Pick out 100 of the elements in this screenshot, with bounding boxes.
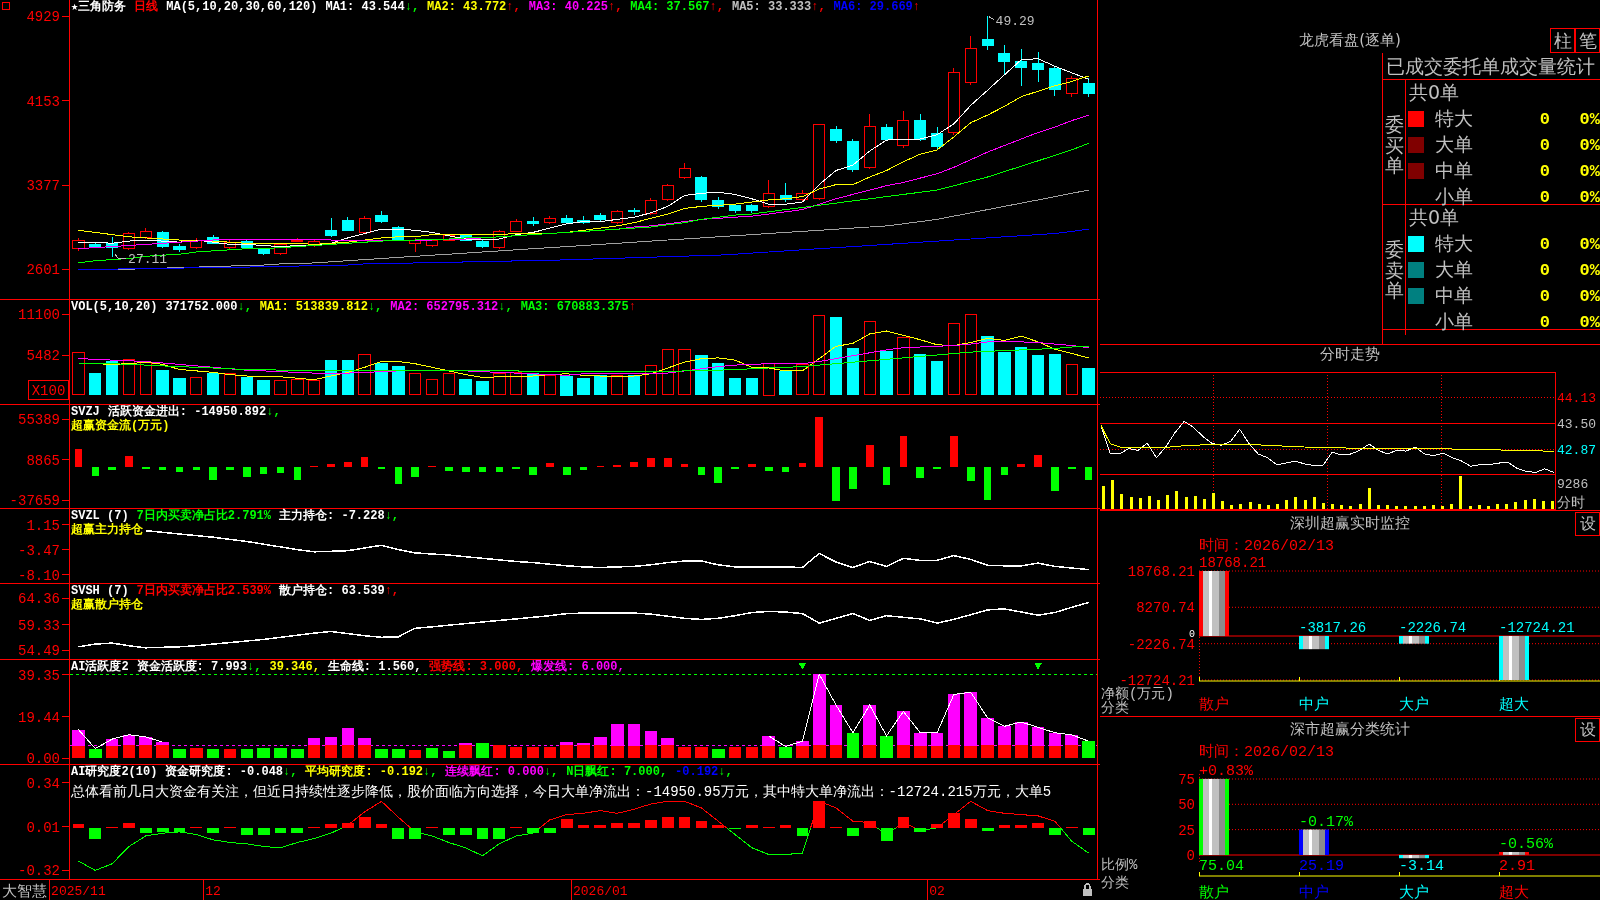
value-label: 18768.21 xyxy=(1199,555,1267,571)
axis-label: 54.49 xyxy=(18,643,60,659)
legend-text: 活跃资金进出: -14950.892↓, xyxy=(107,405,281,419)
value-label: -12724.21 xyxy=(1499,620,1575,636)
legend-text: MA3: 670883.375↑ xyxy=(520,300,636,314)
count-value: 0 xyxy=(1539,286,1550,306)
count-value: 0 xyxy=(1539,161,1550,181)
legend-text: 散户持仓: 63.539↑, xyxy=(279,584,400,598)
total-label: 共0单 xyxy=(1409,206,1460,230)
count-value: 0 xyxy=(1539,187,1550,207)
legend-text: 平均研究度: -0.192↓, xyxy=(305,765,438,779)
price-callout: 27.11 xyxy=(114,252,168,268)
section-label: 委买单 xyxy=(1384,113,1404,177)
legend-text: 资金研究度: -0.048↓, xyxy=(165,765,298,779)
axis-label: 0 xyxy=(1186,848,1195,864)
axis-label: 75 xyxy=(1178,772,1195,788)
share-value: 0% xyxy=(1579,135,1600,155)
count-value: 0 xyxy=(1539,135,1550,155)
axis-label: 2601 xyxy=(26,262,60,279)
value-label: -3817.26 xyxy=(1299,620,1367,636)
axis-label: 0.00 xyxy=(26,751,60,765)
count-value: 0 xyxy=(1539,109,1550,129)
axis-label: 59.33 xyxy=(18,617,60,634)
table-title: 已成交委托单成交量统计 xyxy=(1386,55,1595,77)
axis-label: 39.35 xyxy=(18,667,60,684)
change-label: -0.56% xyxy=(1499,836,1553,853)
date-label: 2025/11 xyxy=(51,884,106,899)
section-label: 委卖单 xyxy=(1384,238,1404,302)
axis-label: 5482 xyxy=(26,348,60,365)
date-label: 2026/01 xyxy=(573,884,628,899)
row-label: 中单 xyxy=(1435,158,1474,183)
axis-label: 50 xyxy=(1178,797,1195,814)
panel-title: 分时走势 xyxy=(1320,345,1380,363)
legend-text: MA3: 40.225↑, xyxy=(528,0,623,14)
legend-text: 7日内买卖净占比2.539% xyxy=(136,584,272,598)
axis-label: -37659 xyxy=(9,493,60,509)
axis-label: 0.34 xyxy=(26,775,60,792)
value-label: 75.04 xyxy=(1199,858,1244,875)
category-label: 中户 xyxy=(1299,885,1329,900)
legend-text: 爆发线: 6.000, xyxy=(531,660,625,674)
legend-text: 7日内买卖净占比2.791% xyxy=(136,509,272,523)
legend-text: MA2: 43.772↑, xyxy=(427,0,521,14)
share-value: 0% xyxy=(1579,286,1600,306)
legend-text: 连续飘红: 0.000↓, xyxy=(445,765,559,779)
category-label: 大户 xyxy=(1399,885,1429,900)
legend-text: SVSH (7) xyxy=(71,584,129,598)
legend-text: VOL(5,10,20) xyxy=(71,300,158,314)
share-value: 0% xyxy=(1579,234,1600,254)
category-label: 散户 xyxy=(1199,697,1229,714)
category-label: 超大 xyxy=(1499,885,1529,900)
legend-text: ★三角防务 xyxy=(71,0,127,14)
axis-label: 4929 xyxy=(26,9,60,26)
analysis-text: 总体看前几日大资金有关注，但近日持续性逐步降低，股价面临方向选择，今日大单净流出：-14950.95万元，其中特大单净流出：-12724.215万元，大单5 xyxy=(71,784,1052,800)
category-label: 中户 xyxy=(1299,697,1329,714)
category-label: 散户 xyxy=(1199,885,1229,900)
share-value: 0% xyxy=(1579,161,1600,181)
axis-label: 4153 xyxy=(26,93,60,110)
legend-text: MA1: 43.544↓, xyxy=(325,0,420,14)
legend-text: 生命线: 1.560, xyxy=(327,660,422,674)
legend-text: 39.346, xyxy=(269,660,320,674)
legend-text: MA4: 37.567↑, xyxy=(630,0,724,14)
legend-text: MA2: 652795.312↓, xyxy=(390,300,513,314)
volume-label: 9286 xyxy=(1557,477,1589,492)
axis-label: 55389 xyxy=(18,412,60,429)
legend-text: -0.192↓, xyxy=(675,765,733,779)
legend-text: MA(5,10,20,30,60,120) xyxy=(166,0,318,14)
share-value: 0% xyxy=(1579,187,1600,207)
indicator-name: 超赢散户持仓 xyxy=(71,598,143,612)
panel-title: 深圳超赢实时监控 xyxy=(1290,514,1410,533)
indicator-name: 超赢主力持仓 xyxy=(71,523,143,537)
axis-label: 25 xyxy=(1178,822,1195,839)
axis-label: 19.44 xyxy=(18,709,60,726)
axis-label: -8.10 xyxy=(18,567,60,584)
legend-text: MA5: 33.333↑, xyxy=(731,0,826,14)
share-value: 0% xyxy=(1579,109,1600,129)
axis-label: 8865 xyxy=(26,452,60,469)
axis-label: 1.15 xyxy=(26,517,60,534)
axis-title: 净额(万元) xyxy=(1101,686,1174,702)
price-callout: 49.29 xyxy=(988,14,1035,30)
axis-label: 8270.74 xyxy=(1136,600,1195,617)
legend-text: 日线 xyxy=(134,0,159,14)
unit-label: X100 xyxy=(28,380,69,400)
value-label: -3.14 xyxy=(1399,858,1444,875)
legend-text: 主力持仓: -7.228↓, xyxy=(279,509,400,523)
panel-title: 龙虎看盘(逐单) xyxy=(1299,31,1401,50)
count-value: 0 xyxy=(1539,312,1550,332)
axis-label: 11100 xyxy=(18,307,60,324)
share-value: 0% xyxy=(1579,312,1600,332)
axis-label: 3377 xyxy=(26,178,60,194)
axis-label: 42.87 xyxy=(1557,443,1596,458)
row-label: 中单 xyxy=(1435,283,1474,308)
count-value: 0 xyxy=(1539,234,1550,254)
count-value: 0 xyxy=(1539,260,1550,280)
axis-label: 64.36 xyxy=(18,591,60,607)
row-label: 特大 xyxy=(1435,106,1474,131)
legend-text: 资金活跃度: 7.993↓, xyxy=(136,660,262,674)
total-label: 共0单 xyxy=(1409,80,1460,105)
axis-label: 43.50 xyxy=(1557,417,1596,433)
axis-title: 比例% xyxy=(1101,857,1138,873)
change-label: +0.83% xyxy=(1199,762,1253,780)
